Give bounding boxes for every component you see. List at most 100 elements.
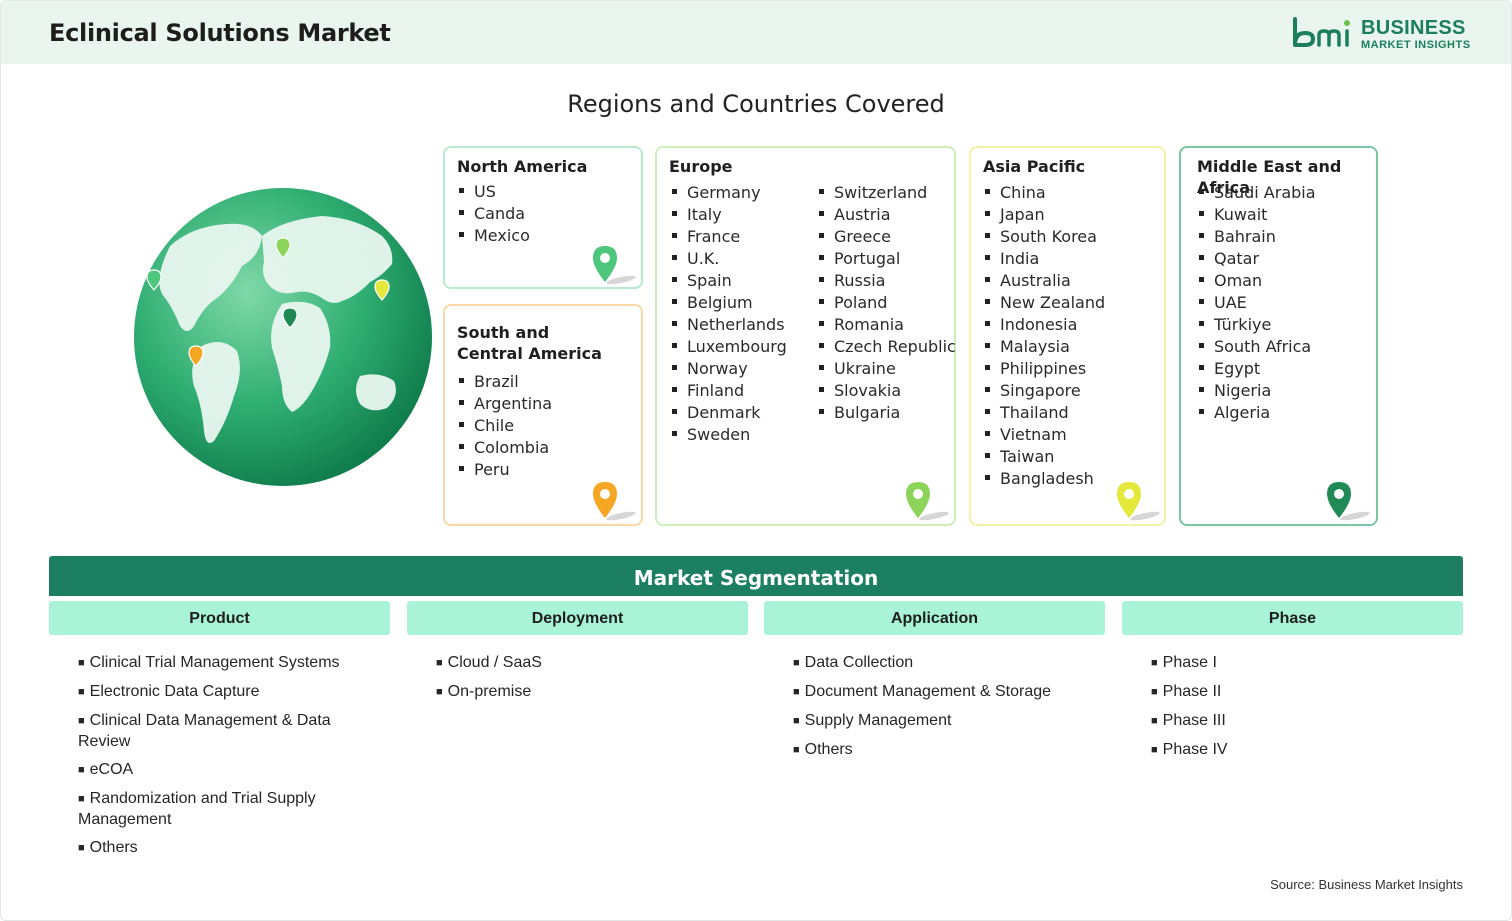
- card-middle-east-africa: Middle East and Africa Saudi Arabia Kuwa…: [1179, 146, 1378, 526]
- list-item: Colombia: [459, 437, 552, 459]
- list-item: Norway: [672, 358, 787, 380]
- list-item: Others: [793, 740, 1093, 761]
- list-item: Denmark: [672, 402, 787, 424]
- list-item: Electronic Data Capture: [78, 682, 368, 703]
- list-item: Others: [78, 838, 368, 859]
- list-item: On-premise: [436, 682, 736, 703]
- list-item: Chile: [459, 415, 552, 437]
- list-item: Supply Management: [793, 711, 1093, 732]
- list-item: Finland: [672, 380, 787, 402]
- segment-header-label: Phase: [1268, 610, 1317, 627]
- list-item: Türkiye: [1199, 314, 1316, 336]
- segment-header-product: Product: [49, 601, 390, 635]
- segment-header-application: Application: [764, 601, 1105, 635]
- list-item: Bahrain: [1199, 226, 1316, 248]
- region-title-asia-pacific: Asia Pacific: [983, 157, 1086, 176]
- list-item: Oman: [1199, 270, 1316, 292]
- list-item: Bulgaria: [819, 402, 956, 424]
- list-item: New Zealand: [985, 292, 1105, 314]
- segment-header-label: Application: [890, 610, 979, 627]
- list-item: U.K.: [672, 248, 787, 270]
- list-item: Canda: [459, 203, 530, 225]
- location-pin-icon: [593, 246, 636, 285]
- segment-list-product: Clinical Trial Management Systems Electr…: [78, 653, 368, 867]
- list-item: Russia: [819, 270, 956, 292]
- list-item: eCOA: [78, 760, 368, 781]
- segment-header-label: Product: [189, 610, 250, 627]
- brand-logo: BUSINESS MARKET INSIGHTS: [1291, 15, 1471, 55]
- list-item: Brazil: [459, 371, 552, 393]
- list-item: Bangladesh: [985, 468, 1105, 490]
- country-list-asia-pacific: China Japan South Korea India Australia …: [985, 182, 1105, 490]
- list-item: US: [459, 181, 530, 203]
- list-item: Belgium: [672, 292, 787, 314]
- list-item: Phase IV: [1151, 740, 1451, 761]
- list-item: Portugal: [819, 248, 956, 270]
- list-item: Randomization and Trial Supply Managemen…: [78, 789, 368, 830]
- list-item: Egypt: [1199, 358, 1316, 380]
- list-item: Luxembourg: [672, 336, 787, 358]
- list-item: Document Management & Storage: [793, 682, 1093, 703]
- list-item: Cloud / SaaS: [436, 653, 736, 674]
- list-item: Singapore: [985, 380, 1105, 402]
- list-item: Germany: [672, 182, 787, 204]
- region-title-south-central-america: South and Central America: [457, 322, 602, 364]
- list-item: China: [985, 182, 1105, 204]
- list-item: Japan: [985, 204, 1105, 226]
- segment-list-phase: Phase I Phase II Phase III Phase IV: [1151, 653, 1451, 769]
- list-item: Vietnam: [985, 424, 1105, 446]
- page-title: Eclinical Solutions Market: [49, 19, 391, 47]
- location-pin-icon: [1327, 482, 1370, 521]
- list-item: Slovakia: [819, 380, 956, 402]
- list-item: Poland: [819, 292, 956, 314]
- region-title-line1: South and: [457, 323, 550, 342]
- list-item: Romania: [819, 314, 956, 336]
- region-title-line2: Central America: [457, 344, 602, 363]
- list-item: Mexico: [459, 225, 530, 247]
- list-item: Sweden: [672, 424, 787, 446]
- card-south-central-america: South and Central America Brazil Argenti…: [443, 304, 643, 526]
- list-item: Australia: [985, 270, 1105, 292]
- list-item: India: [985, 248, 1105, 270]
- market-segmentation-bar: Market Segmentation: [49, 556, 1463, 596]
- list-item: Indonesia: [985, 314, 1105, 336]
- list-item: Thailand: [985, 402, 1105, 424]
- list-item: Taiwan: [985, 446, 1105, 468]
- list-item: Italy: [672, 204, 787, 226]
- bmi-logo-icon: [1293, 17, 1350, 47]
- list-item: South Korea: [985, 226, 1105, 248]
- list-item: Ukraine: [819, 358, 956, 380]
- list-item: Spain: [672, 270, 787, 292]
- location-pin-icon: [906, 482, 949, 521]
- list-item: Argentina: [459, 393, 552, 415]
- segment-header-phase: Phase: [1122, 601, 1463, 635]
- list-item: Czech Republic: [819, 336, 956, 358]
- list-item: Algeria: [1199, 402, 1316, 424]
- segment-list-application: Data Collection Document Management & St…: [793, 653, 1093, 769]
- region-title-europe: Europe: [669, 157, 733, 176]
- list-item: Data Collection: [793, 653, 1093, 674]
- logo-text-business: BUSINESS: [1361, 17, 1466, 39]
- card-europe: Europe Germany Italy France U.K. Spain B…: [655, 146, 956, 526]
- card-north-america: North America US Canda Mexico: [443, 146, 643, 289]
- segment-header-label: Deployment: [531, 610, 624, 627]
- list-item: Kuwait: [1199, 204, 1316, 226]
- list-item: Switzerland: [819, 182, 956, 204]
- list-item: Phase II: [1151, 682, 1451, 703]
- country-list-north-america: US Canda Mexico: [459, 181, 530, 247]
- segmentation-title: Market Segmentation: [633, 566, 879, 590]
- list-item: Saudi Arabia: [1199, 182, 1316, 204]
- region-title-north-america: North America: [457, 157, 588, 176]
- segment-header-deployment: Deployment: [407, 601, 748, 635]
- list-item: Clinical Trial Management Systems: [78, 653, 368, 674]
- list-item: Phase III: [1151, 711, 1451, 732]
- segment-list-deployment: Cloud / SaaS On-premise: [436, 653, 736, 711]
- location-pin-icon: [593, 482, 636, 521]
- list-item: Greece: [819, 226, 956, 248]
- card-asia-pacific: Asia Pacific China Japan South Korea Ind…: [969, 146, 1166, 526]
- country-list-europe-col1: Germany Italy France U.K. Spain Belgium …: [672, 182, 787, 446]
- list-item: Malaysia: [985, 336, 1105, 358]
- list-item: Clinical Data Management & Data Review: [78, 711, 368, 752]
- list-item: UAE: [1199, 292, 1316, 314]
- list-item: Nigeria: [1199, 380, 1316, 402]
